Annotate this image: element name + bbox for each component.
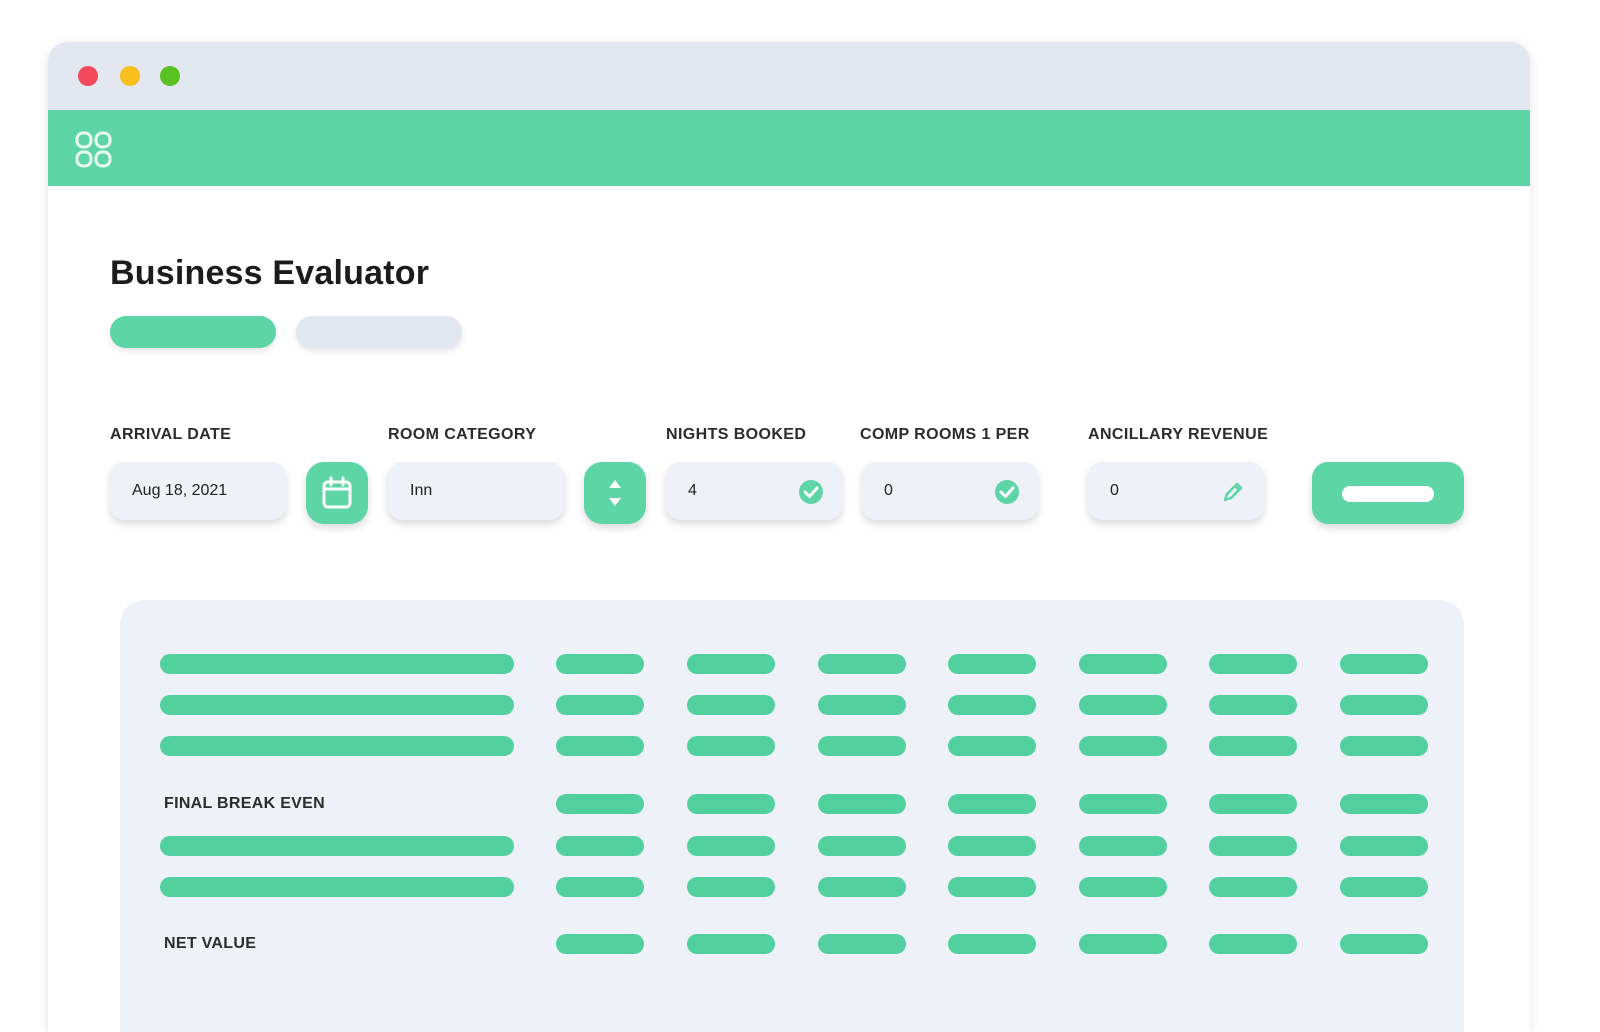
table-cell-placeholder (1079, 836, 1167, 856)
app-window: Business Evaluator ARRIVAL DATE Aug 18, … (48, 42, 1530, 1032)
table-cell-placeholder (948, 654, 1036, 674)
table-row (120, 654, 1464, 674)
maximize-window-button[interactable] (160, 66, 180, 86)
table-cell-placeholder (1340, 934, 1428, 954)
table-cell-placeholder (1340, 695, 1428, 715)
row-label-placeholder (160, 836, 514, 856)
row-label-placeholder (160, 695, 514, 715)
table-cell-placeholder (948, 736, 1036, 756)
table-cell-placeholder (818, 794, 906, 814)
calculate-button[interactable] (1312, 462, 1464, 524)
check-circle-icon (799, 480, 823, 504)
nights-booked-value: 4 (688, 482, 697, 499)
calendar-button[interactable] (306, 462, 368, 524)
table-cell-placeholder (1209, 695, 1297, 715)
table-cell-placeholder (818, 836, 906, 856)
table-cell-placeholder (687, 695, 775, 715)
table-cell-placeholder (556, 836, 644, 856)
room-category-stepper[interactable] (584, 462, 646, 524)
table-row (120, 695, 1464, 715)
table-row: NET VALUE (120, 934, 1464, 954)
table-cell-placeholder (1209, 836, 1297, 856)
table-cell-placeholder (687, 836, 775, 856)
comp-rooms-label: COMP ROOMS 1 PER (860, 426, 1030, 443)
tab-secondary[interactable] (296, 316, 462, 348)
table-cell-placeholder (948, 877, 1036, 897)
page-title: Business Evaluator (110, 254, 430, 292)
table-cell-placeholder (1079, 934, 1167, 954)
table-cell-placeholder (1209, 877, 1297, 897)
table-cell-placeholder (1209, 736, 1297, 756)
ancillary-revenue-label: ANCILLARY REVENUE (1088, 426, 1269, 443)
pencil-icon[interactable] (1220, 479, 1246, 505)
room-category-label: ROOM CATEGORY (388, 426, 537, 443)
up-down-icon (609, 480, 621, 506)
table-cell-placeholder (818, 736, 906, 756)
grid-logo-icon[interactable] (74, 130, 114, 170)
calculate-button-label (1342, 486, 1434, 502)
table-cell-placeholder (948, 794, 1036, 814)
nights-booked-field[interactable]: 4 (666, 462, 842, 520)
table-cell-placeholder (1079, 736, 1167, 756)
ancillary-revenue-field[interactable]: 0 (1088, 462, 1264, 520)
title-bar (48, 42, 1530, 110)
table-row (120, 736, 1464, 756)
room-category-field[interactable]: Inn (388, 462, 564, 520)
table-cell-placeholder (818, 654, 906, 674)
check-circle-icon (995, 480, 1019, 504)
table-cell-placeholder (1079, 654, 1167, 674)
table-cell-placeholder (1340, 836, 1428, 856)
close-window-button[interactable] (78, 66, 98, 86)
arrival-date-value: Aug 18, 2021 (132, 482, 228, 499)
table-cell-placeholder (818, 877, 906, 897)
table-cell-placeholder (818, 934, 906, 954)
row-label-placeholder (160, 877, 514, 897)
main-content: Business Evaluator ARRIVAL DATE Aug 18, … (48, 186, 1530, 1032)
row-label: NET VALUE (164, 935, 257, 952)
results-table: FINAL BREAK EVEN NET VALUE (120, 600, 1464, 1032)
row-label-placeholder (160, 654, 514, 674)
table-row: FINAL BREAK EVEN (120, 794, 1464, 814)
table-cell-placeholder (687, 877, 775, 897)
table-cell-placeholder (1340, 877, 1428, 897)
table-cell-placeholder (687, 934, 775, 954)
arrival-date-field[interactable]: Aug 18, 2021 (110, 462, 286, 520)
comp-rooms-value: 0 (884, 482, 893, 499)
comp-rooms-field[interactable]: 0 (862, 462, 1038, 520)
table-cell-placeholder (1079, 877, 1167, 897)
table-cell-placeholder (948, 695, 1036, 715)
calendar-icon (322, 476, 352, 509)
tab-primary[interactable] (110, 316, 276, 348)
arrival-date-label: ARRIVAL DATE (110, 426, 232, 443)
table-cell-placeholder (818, 695, 906, 715)
table-cell-placeholder (687, 794, 775, 814)
table-cell-placeholder (948, 934, 1036, 954)
table-cell-placeholder (1209, 654, 1297, 674)
table-cell-placeholder (1209, 934, 1297, 954)
table-cell-placeholder (1079, 794, 1167, 814)
row-label-placeholder (160, 736, 514, 756)
room-category-value: Inn (410, 482, 433, 499)
table-cell-placeholder (687, 654, 775, 674)
table-cell-placeholder (1340, 794, 1428, 814)
table-cell-placeholder (1209, 794, 1297, 814)
table-cell-placeholder (1340, 736, 1428, 756)
table-cell-placeholder (687, 736, 775, 756)
table-cell-placeholder (556, 695, 644, 715)
row-label: FINAL BREAK EVEN (164, 795, 325, 812)
table-cell-placeholder (556, 934, 644, 954)
ancillary-revenue-value: 0 (1110, 482, 1119, 499)
table-row (120, 877, 1464, 897)
table-cell-placeholder (556, 736, 644, 756)
minimize-window-button[interactable] (120, 66, 140, 86)
table-cell-placeholder (556, 877, 644, 897)
app-header (48, 110, 1530, 186)
table-cell-placeholder (556, 794, 644, 814)
table-cell-placeholder (948, 836, 1036, 856)
table-row (120, 836, 1464, 856)
table-cell-placeholder (1079, 695, 1167, 715)
nights-booked-label: NIGHTS BOOKED (666, 426, 807, 443)
table-cell-placeholder (556, 654, 644, 674)
table-cell-placeholder (1340, 654, 1428, 674)
